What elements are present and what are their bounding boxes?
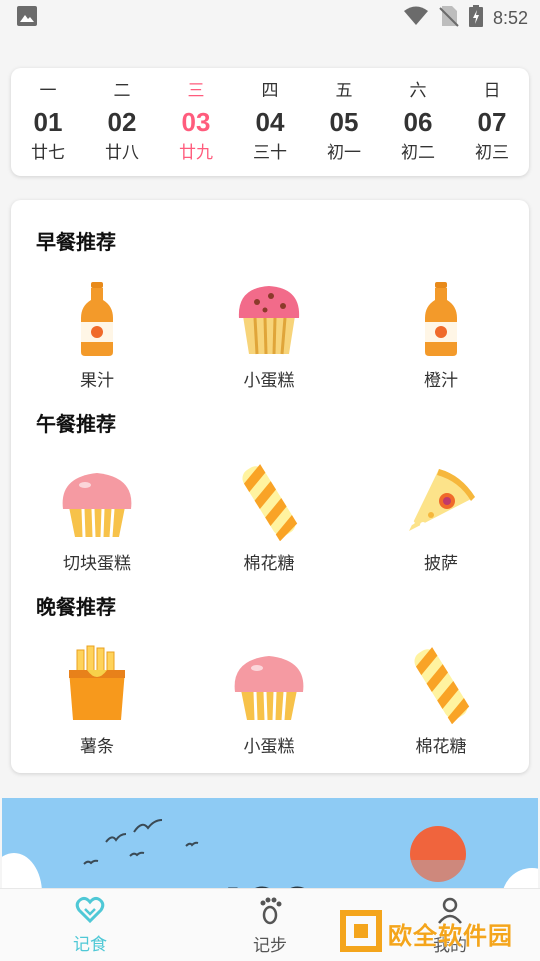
food-item-breakfast-1[interactable]: 小蛋糕 <box>183 278 355 391</box>
footprint-icon <box>255 895 285 929</box>
weekday-label: 四 <box>261 81 279 101</box>
weekday-label: 一 <box>39 81 57 101</box>
twisted-candy-icon <box>229 461 309 545</box>
day-02[interactable]: 二 02 廿八 <box>88 79 156 165</box>
food-item-dinner-0[interactable]: 薯条 <box>11 644 183 757</box>
food-name: 薯条 <box>80 737 114 757</box>
gallery-notification-icon <box>16 5 38 31</box>
day-05[interactable]: 五 05 初一 <box>310 79 378 165</box>
date-number: 06 <box>403 107 433 137</box>
food-name: 切块蛋糕 <box>63 554 131 574</box>
dinner-row: 薯条 小蛋糕 棉花糖 <box>11 644 529 757</box>
lunar-date: 廿八 <box>105 143 139 163</box>
weekday-label: 日 <box>483 81 501 101</box>
date-number: 02 <box>107 107 137 137</box>
day-03[interactable]: 三 03 廿九 <box>162 79 230 165</box>
watermark-logo-icon <box>340 910 382 956</box>
food-name: 棉花糖 <box>243 554 295 574</box>
meal-recommendations: 早餐推荐 果汁 小蛋糕 橙汁 午餐推荐 切块蛋糕 棉花糖 披萨 晚餐推荐 薯条 小蛋糕 棉花… <box>11 200 529 773</box>
tab-label: 记食 <box>73 934 107 955</box>
twisted-candy-icon <box>401 644 481 728</box>
weekday-label: 二 <box>113 81 131 101</box>
date-number: 07 <box>477 107 507 137</box>
cupcake-icon <box>57 461 137 545</box>
weekday-label: 六 <box>409 81 427 101</box>
watermark-text: 欧全软件园 <box>388 921 513 950</box>
clock-time: 8:52 <box>492 7 528 28</box>
food-name: 果汁 <box>80 371 114 391</box>
weekday-label: 三 <box>187 81 205 101</box>
lunar-date: 三十 <box>253 143 287 163</box>
day-01[interactable]: 一 01 廿七 <box>14 79 82 165</box>
food-name: 棉花糖 <box>415 737 467 757</box>
fries-icon <box>57 644 137 728</box>
food-item-lunch-0[interactable]: 切块蛋糕 <box>11 461 183 574</box>
lunar-date: 初一 <box>327 143 361 163</box>
tab-food-log[interactable]: 记食 <box>0 889 180 961</box>
heart-icon <box>75 896 105 928</box>
tab-step-log[interactable]: 记步 <box>180 889 360 961</box>
battery-charging-icon <box>468 5 483 31</box>
pizza-slice-icon <box>401 461 481 545</box>
lunar-date: 廿九 <box>179 143 213 163</box>
food-item-lunch-1[interactable]: 棉花糖 <box>183 461 355 574</box>
week-calendar: 一 01 廿七 二 02 廿八 三 03 廿九 四 04 三十 五 05 初一 六 06 初二 日 07 初三 <box>11 68 529 176</box>
day-06[interactable]: 六 06 初二 <box>384 79 452 165</box>
weekday-label: 五 <box>335 81 353 101</box>
wifi-icon <box>403 6 429 30</box>
date-number: 05 <box>329 107 359 137</box>
lunch-row: 切块蛋糕 棉花糖 披萨 <box>11 461 529 574</box>
no-sim-icon <box>439 5 459 31</box>
tab-label: 记步 <box>253 935 287 956</box>
food-item-breakfast-2[interactable]: 橙汁 <box>355 278 527 391</box>
food-item-dinner-1[interactable]: 小蛋糕 <box>183 644 355 757</box>
cupcake-icon <box>229 644 309 728</box>
food-item-dinner-2[interactable]: 棉花糖 <box>355 644 527 757</box>
lunar-date: 初三 <box>475 143 509 163</box>
muffin-icon <box>229 278 309 362</box>
lunar-date: 初二 <box>401 143 435 163</box>
day-04[interactable]: 四 04 三十 <box>236 79 304 165</box>
food-name: 橙汁 <box>424 371 458 391</box>
day-07[interactable]: 日 07 初三 <box>458 79 526 165</box>
food-name: 小蛋糕 <box>243 371 295 391</box>
step-banner: 400 <box>2 798 538 898</box>
food-item-breakfast-0[interactable]: 果汁 <box>11 278 183 391</box>
status-bar: 8:52 <box>0 0 540 36</box>
site-watermark: 欧全软件园 <box>340 910 536 956</box>
lunch-title: 午餐推荐 <box>36 412 116 436</box>
date-number: 04 <box>255 107 285 137</box>
juice-bottle-icon <box>57 278 137 362</box>
food-item-lunch-2[interactable]: 披萨 <box>355 461 527 574</box>
food-name: 披萨 <box>424 554 458 574</box>
breakfast-title: 早餐推荐 <box>36 230 116 254</box>
food-name: 小蛋糕 <box>243 737 295 757</box>
lunar-date: 廿七 <box>31 143 65 163</box>
orange-juice-bottle-icon <box>401 278 481 362</box>
dinner-title: 晚餐推荐 <box>36 595 116 619</box>
breakfast-row: 果汁 小蛋糕 橙汁 <box>11 278 529 391</box>
date-number: 03 <box>181 107 211 137</box>
date-number: 01 <box>33 107 63 137</box>
